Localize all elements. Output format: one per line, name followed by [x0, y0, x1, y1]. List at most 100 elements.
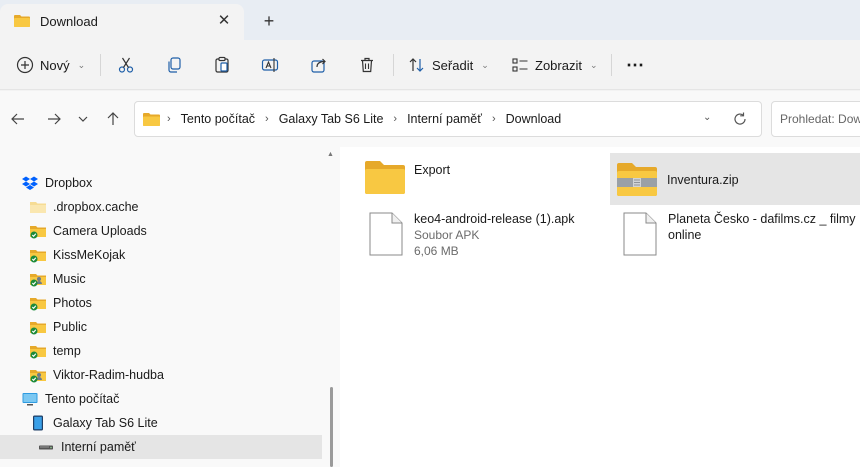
new-tab-button[interactable]: +: [260, 12, 278, 30]
sidebar-item-label: Photos: [53, 296, 92, 310]
file-item-export[interactable]: Export: [358, 155, 598, 199]
chevron-down-icon: ⌄: [481, 59, 489, 70]
up-arrow-icon[interactable]: [104, 110, 122, 128]
sidebar-item-public[interactable]: Public: [0, 315, 322, 339]
dropbox-icon: [22, 176, 38, 190]
sidebar-item-dropbox-cache[interactable]: .dropbox.cache: [0, 195, 322, 219]
file-item-inventura-zip[interactable]: Inventura.zip: [610, 153, 860, 205]
cut-button[interactable]: [117, 53, 135, 77]
recent-chevron-icon[interactable]: [76, 110, 90, 128]
breadcrumb-item[interactable]: Galaxy Tab S6 Lite: [279, 112, 384, 126]
new-button[interactable]: Nový ⌄: [16, 53, 85, 77]
breadcrumb-item[interactable]: Download: [506, 112, 562, 126]
file-name: keo4-android-release (1).apk: [414, 212, 575, 226]
file-item-keo4-apk[interactable]: keo4-android-release (1).apk Soubor APK …: [358, 207, 598, 265]
zip-folder-icon: [617, 163, 657, 196]
scroll-thumb[interactable]: [330, 387, 333, 467]
address-bar[interactable]: › Tento počítač › Galaxy Tab S6 Lite › I…: [134, 101, 762, 137]
tablet-icon: [33, 415, 43, 431]
navigation-pane: Dropbox .dropbox.cache Camera Uploads Ki…: [0, 147, 322, 467]
sidebar-item-label: Galaxy Tab S6 Lite: [53, 416, 158, 430]
sidebar-item-viktor-radim-hudba[interactable]: Viktor-Radim-hudba: [0, 363, 322, 387]
file-name-line2: online: [668, 228, 702, 242]
folder-icon: [30, 202, 46, 213]
sidebar-item-label: Camera Uploads: [53, 224, 147, 238]
sidebar-item-camera-uploads[interactable]: Camera Uploads: [0, 219, 322, 243]
scissors-icon: [118, 57, 134, 73]
address-dropdown-icon[interactable]: ⌄: [703, 112, 711, 123]
delete-button[interactable]: [358, 53, 376, 77]
folder-shared-icon: [30, 370, 46, 383]
sidebar-item-internal-storage[interactable]: Interní paměť: [0, 435, 322, 459]
back-arrow-icon[interactable]: [9, 110, 27, 128]
rename-icon: [261, 58, 279, 72]
sidebar-item-galaxy-tab[interactable]: Galaxy Tab S6 Lite: [0, 411, 322, 435]
copy-icon: [168, 57, 181, 73]
sidebar-item-kissmekojak[interactable]: KissMeKojak: [0, 243, 322, 267]
sidebar-item-temp[interactable]: temp: [0, 339, 322, 363]
file-name: Planeta Česko - dafilms.cz _ filmy: [668, 212, 856, 226]
divider: [393, 54, 394, 76]
new-button-label: Nový: [40, 57, 70, 73]
file-name: Inventura.zip: [667, 173, 739, 187]
divider: [611, 54, 612, 76]
breadcrumb-item[interactable]: Interní paměť: [407, 112, 482, 126]
share-button[interactable]: [310, 53, 328, 77]
chevron-down-icon: ⌄: [77, 59, 86, 70]
close-tab-icon[interactable]: ✕: [216, 13, 232, 29]
search-input[interactable]: Prohledat: Download: [771, 101, 860, 137]
sidebar-scrollbar[interactable]: ▲: [322, 147, 340, 467]
breadcrumb-item[interactable]: Tento počítač: [181, 112, 255, 126]
folder-shared-icon: [30, 274, 46, 287]
sidebar-item-label: Dropbox: [45, 176, 93, 190]
file-item-planeta-cesko[interactable]: Planeta Česko - dafilms.cz _ filmy onlin…: [612, 207, 860, 265]
command-bar: Nový ⌄ Seřadit ⌄ Zobrazit ⌄ ⋯: [0, 40, 860, 90]
tab-download[interactable]: Download ✕: [0, 4, 244, 40]
plus-circle-icon: [16, 56, 34, 74]
sidebar-item-label: temp: [53, 344, 81, 358]
sort-icon: [409, 58, 424, 72]
rename-button[interactable]: [261, 53, 279, 77]
scroll-up-icon[interactable]: ▲: [327, 151, 334, 158]
view-button-label: Zobrazit: [535, 57, 582, 73]
sidebar-item-label: Interní paměť: [61, 440, 136, 454]
more-options-button[interactable]: ⋯: [626, 53, 644, 77]
forward-arrow-icon[interactable]: [45, 110, 63, 128]
document-icon: [623, 212, 657, 256]
file-list: Export Inventura.zip keo4-android-releas…: [340, 147, 860, 467]
refresh-icon[interactable]: [731, 110, 749, 128]
file-name: Export: [414, 163, 451, 177]
computer-icon: [22, 393, 38, 406]
sidebar-item-photos[interactable]: Photos: [0, 291, 322, 315]
breadcrumb: › Tento počítač › Galaxy Tab S6 Lite › I…: [165, 112, 561, 126]
document-icon: [369, 212, 403, 256]
folder-icon: [14, 15, 30, 27]
more-icon: ⋯: [626, 54, 644, 75]
clipboard-icon: [215, 56, 229, 73]
sidebar-item-label: Tento počítač: [45, 392, 120, 406]
folder-synced-icon: [30, 250, 46, 263]
sort-button[interactable]: Seřadit ⌄: [408, 53, 489, 77]
copy-button[interactable]: [165, 53, 183, 77]
share-icon: [311, 58, 326, 73]
sidebar-item-label: .dropbox.cache: [53, 200, 139, 214]
sidebar-item-label: Viktor-Radim-hudba: [53, 368, 164, 382]
sidebar-item-this-pc[interactable]: Tento počítač: [0, 387, 322, 411]
sidebar-item-label: Music: [53, 272, 86, 286]
chevron-right-icon[interactable]: ›: [492, 113, 496, 125]
chevron-right-icon[interactable]: ›: [265, 113, 269, 125]
title-bar: Download ✕ +: [0, 0, 860, 40]
folder-synced-icon: [30, 298, 46, 311]
sidebar-item-music[interactable]: Music: [0, 267, 322, 291]
sidebar-item-dropbox[interactable]: Dropbox: [0, 171, 322, 195]
chevron-right-icon[interactable]: ›: [393, 113, 397, 125]
sort-button-label: Seřadit: [432, 57, 474, 73]
folder-synced-icon: [30, 322, 46, 335]
drive-icon: [39, 445, 53, 450]
view-list-icon: [512, 58, 528, 72]
file-type: Soubor APK: [414, 228, 480, 242]
paste-button[interactable]: [213, 53, 231, 77]
view-button[interactable]: Zobrazit ⌄: [511, 53, 598, 77]
sidebar-item-label: KissMeKojak: [53, 248, 126, 262]
trash-icon: [361, 57, 373, 73]
